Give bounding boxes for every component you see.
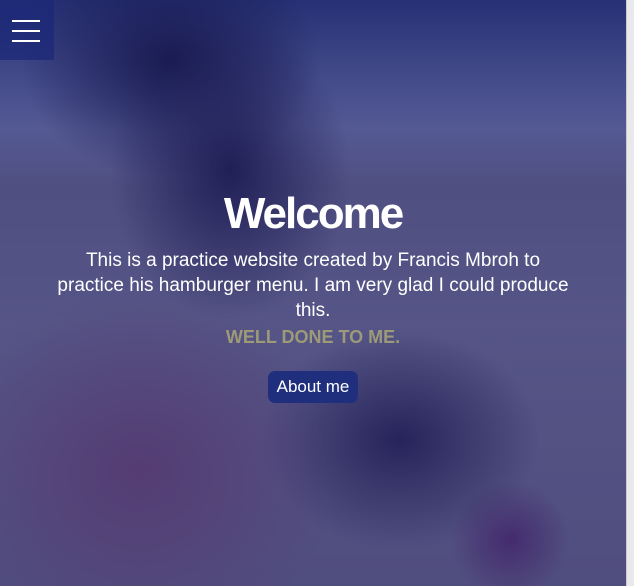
hero-content: Welcome This is a practice website creat… xyxy=(0,186,626,403)
scrollbar-track[interactable] xyxy=(626,0,634,586)
hero-description: This is a practice website created by Fr… xyxy=(57,250,569,321)
hero-title: Welcome xyxy=(223,189,404,238)
page: Welcome This is a practice website creat… xyxy=(0,0,634,586)
hamburger-menu-button[interactable] xyxy=(0,0,54,60)
hero-highlight-text: WELL DONE TO ME. xyxy=(225,327,401,347)
about-me-button[interactable]: About me xyxy=(267,371,359,403)
